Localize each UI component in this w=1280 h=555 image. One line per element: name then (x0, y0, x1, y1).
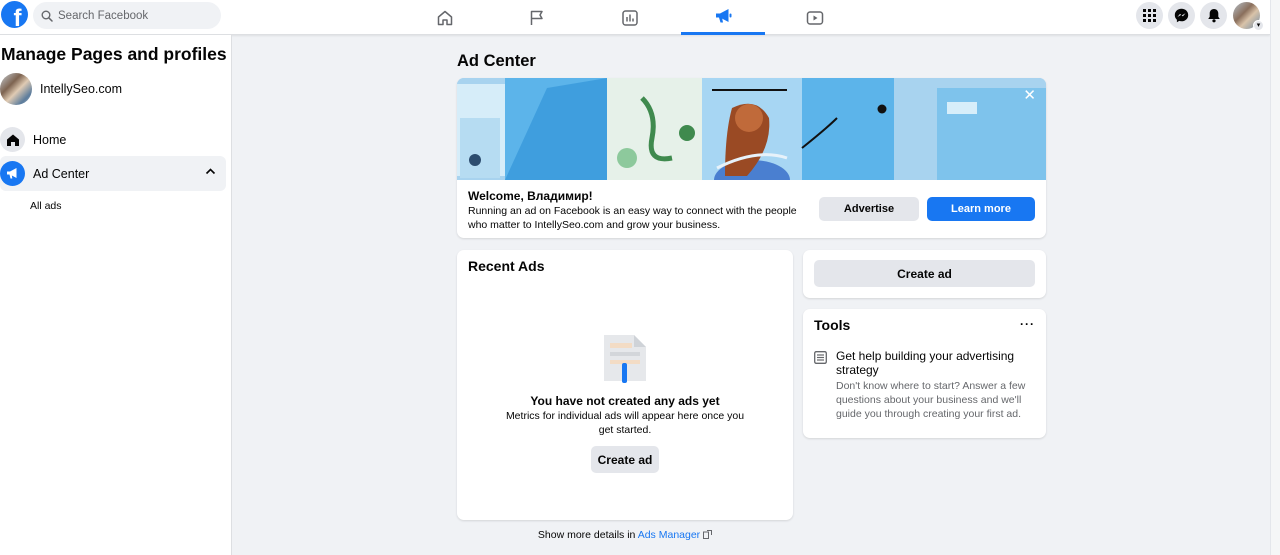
welcome-description: Running an ad on Facebook is an easy way… (468, 205, 797, 231)
messenger-button[interactable] (1168, 2, 1195, 29)
ads-manager-footer: Show more details in Ads Manager (0, 529, 1250, 541)
sidebar-item-label: Home (33, 132, 67, 147)
watch-video-icon (806, 10, 824, 25)
pages-flag-icon (530, 10, 543, 25)
facebook-logo[interactable]: f (1, 1, 28, 28)
messenger-icon (1174, 8, 1189, 23)
page-scrollbar[interactable] (1270, 0, 1280, 555)
close-icon[interactable]: ✕ (1023, 86, 1036, 104)
more-options-icon[interactable]: ··· (1020, 317, 1035, 331)
nav-tab-insights[interactable] (588, 0, 672, 35)
search-icon (41, 10, 53, 22)
welcome-card: ✕ Welcome, Владимир! Running an ad on Fa… (457, 78, 1046, 238)
tools-card: Tools ··· Get help building your adverti… (803, 309, 1046, 438)
nav-tab-pages[interactable] (495, 0, 579, 35)
ad-center-banner-illustration (457, 78, 1046, 180)
empty-state-title: You have not created any ads yet (530, 394, 720, 408)
welcome-title: Welcome, Владимир! (468, 189, 593, 203)
nav-tab-ad-center[interactable] (681, 0, 765, 35)
create-ad-card: Create ad (803, 250, 1046, 298)
tools-title: Tools (814, 317, 851, 333)
megaphone-icon (0, 161, 25, 186)
tip-description: Don't know where to start? Answer a few … (836, 380, 1026, 420)
footer-prefix: Show more details in (537, 529, 636, 541)
account-avatar[interactable]: ▾ (1233, 2, 1264, 31)
page-title: Ad Center (457, 52, 536, 70)
tip-title[interactable]: Get help building your advertising strat… (836, 349, 1036, 377)
recent-ads-card: Recent Ads You have not created any ads … (457, 250, 793, 520)
top-navigation-bar: f Search Facebook ▾ (0, 0, 1270, 35)
nav-tab-home[interactable] (403, 0, 487, 35)
page-avatar (0, 73, 32, 105)
megaphone-icon (715, 9, 731, 23)
create-ad-button[interactable]: Create ad (591, 446, 659, 473)
chevron-up-icon[interactable] (205, 167, 216, 175)
sidebar: Manage Pages and profiles IntellySeo.com… (0, 35, 232, 555)
learn-more-button[interactable]: Learn more (927, 197, 1035, 221)
sidebar-title: Manage Pages and profiles (1, 44, 227, 64)
notifications-button[interactable] (1200, 2, 1227, 29)
page-name: IntellySeo.com (40, 82, 122, 96)
advertise-button[interactable]: Advertise (819, 197, 919, 221)
sidebar-item-ad-center[interactable]: Ad Center (0, 156, 226, 191)
home-icon (437, 10, 453, 25)
nav-tab-watch[interactable] (773, 0, 857, 35)
empty-state-description: Metrics for individual ads will appear h… (505, 410, 745, 436)
sidebar-subitem-all-ads[interactable]: All ads (30, 200, 62, 212)
menu-button[interactable] (1136, 2, 1163, 29)
search-input[interactable] (58, 9, 208, 22)
chevron-down-icon[interactable]: ▾ (1253, 20, 1264, 31)
sidebar-item-label: Ad Center (33, 166, 90, 181)
notifications-bell-icon (1207, 9, 1220, 23)
menu-grid-icon (1143, 9, 1156, 22)
external-link-icon (703, 530, 713, 539)
empty-ads-illustration-icon (604, 335, 646, 383)
strategy-document-icon (814, 351, 827, 364)
recent-ads-title: Recent Ads (468, 258, 545, 274)
insights-icon (622, 9, 638, 26)
sidebar-item-home[interactable]: Home (0, 122, 226, 157)
ads-manager-link[interactable]: Ads Manager (638, 529, 700, 541)
page-profile[interactable]: IntellySeo.com (0, 73, 122, 105)
search-box[interactable] (33, 2, 221, 29)
home-icon (0, 127, 25, 152)
create-ad-button[interactable]: Create ad (814, 260, 1035, 287)
